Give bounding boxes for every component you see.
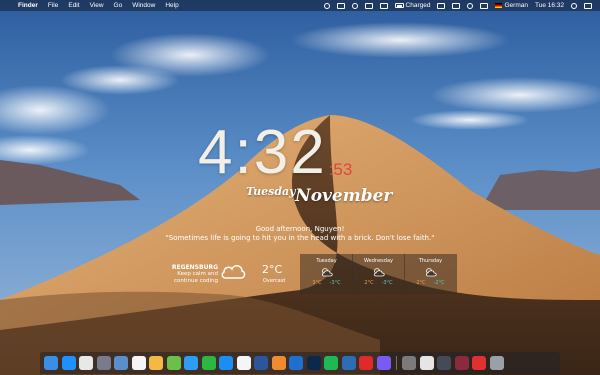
wifi-icon[interactable]: [467, 2, 474, 9]
dropbox-icon[interactable]: [336, 2, 345, 9]
current-temperature: 2°C: [262, 263, 283, 276]
spotify-icon[interactable]: [324, 356, 338, 370]
dock: [40, 352, 560, 374]
photos-icon[interactable]: [149, 356, 163, 370]
date-display: Tuesday November: [246, 185, 393, 206]
forecast-high: 2°C: [364, 280, 374, 286]
menu-file[interactable]: File: [48, 2, 58, 9]
partly-cloudy-icon: [373, 268, 385, 277]
menubar-clock[interactable]: Tue 16:32: [535, 2, 564, 9]
forecast-card-thursday: Thursday 2°C -2°C: [404, 254, 457, 294]
battery-label: Charged: [405, 2, 431, 9]
input-source-menu[interactable]: German: [495, 2, 528, 9]
forecast-high: 2°C: [416, 280, 426, 286]
menu-extra-icon[interactable]: [379, 2, 388, 9]
menu-window[interactable]: Window: [132, 2, 155, 9]
current-condition: Overcast: [263, 278, 286, 284]
photoshop-icon[interactable]: [306, 356, 321, 370]
maps-icon[interactable]: [166, 356, 181, 370]
code-editor-icon[interactable]: [341, 356, 356, 370]
time-machine-icon[interactable]: [351, 2, 358, 9]
partly-cloudy-icon: [321, 268, 333, 277]
presenter-icon[interactable]: [359, 356, 373, 370]
forecast-low: -2°C: [433, 280, 445, 286]
finder-icon[interactable]: [44, 356, 58, 370]
status-circle-icon[interactable]: [323, 2, 330, 9]
forecast-day: Thursday: [418, 258, 443, 264]
input-source-label: German: [504, 2, 528, 9]
chrome-icon[interactable]: [79, 356, 93, 370]
weather-message-line2: continue coding: [173, 278, 218, 284]
display-icon[interactable]: [364, 2, 373, 9]
weather-location: REGENSBURG Keep calm and continue coding: [160, 264, 218, 285]
menu-bar: Finder File Edit View Go Window Help Cha…: [0, 0, 600, 11]
forecast-card-wednesday: Wednesday 2°C -3°C: [352, 254, 405, 294]
battery-icon: [394, 3, 404, 8]
screen-monitor-icon[interactable]: [437, 356, 451, 370]
word-icon[interactable]: [254, 356, 268, 370]
greeting-text: Good afternoon, Nguyen!: [255, 225, 345, 233]
dock-separator: [396, 356, 397, 370]
rebel-app-icon[interactable]: [454, 356, 469, 370]
date-day: Tuesday: [246, 185, 296, 198]
menu-app-name[interactable]: Finder: [18, 2, 38, 9]
notification-center-icon[interactable]: [584, 2, 592, 9]
cloud-icon: [221, 265, 246, 279]
weather-city: REGENSBURG: [171, 264, 218, 271]
spotlight-search-icon[interactable]: [571, 2, 577, 9]
volume-icon[interactable]: [480, 2, 489, 9]
safari-icon[interactable]: [61, 356, 76, 370]
forecast-low: -3°C: [381, 280, 393, 286]
itunes-icon[interactable]: [236, 356, 251, 370]
keynote-icon[interactable]: [419, 356, 434, 370]
german-flag-icon: [495, 3, 503, 8]
xcode-icon[interactable]: [289, 356, 303, 370]
launchpad-icon[interactable]: [96, 356, 111, 370]
airplay-icon[interactable]: [437, 2, 446, 9]
menu-view[interactable]: View: [90, 2, 104, 9]
quote-text: "Sometimes life is going to hit you in t…: [165, 234, 435, 242]
app-store-icon[interactable]: [219, 356, 233, 370]
forecast-low: -3°C: [329, 280, 341, 286]
clock-hours-minutes: 4:32: [198, 118, 327, 187]
menu-help[interactable]: Help: [165, 2, 178, 9]
forecast-card-tuesday: Tuesday 3°C -3°C: [300, 254, 353, 294]
menu-go[interactable]: Go: [114, 2, 123, 9]
record-app-icon[interactable]: [472, 356, 486, 370]
calendar-icon[interactable]: [131, 356, 146, 370]
battery-status[interactable]: Charged: [394, 2, 431, 9]
books-icon[interactable]: [271, 356, 286, 370]
partly-cloudy-icon: [425, 268, 437, 277]
preview-icon[interactable]: [114, 356, 128, 370]
clock-widget: 4:32 :53: [198, 122, 352, 184]
menu-edit[interactable]: Edit: [68, 2, 79, 9]
date-month: November: [295, 186, 393, 206]
system-preferences-icon[interactable]: [402, 356, 416, 370]
messages-icon[interactable]: [184, 356, 198, 370]
messenger-icon[interactable]: [376, 356, 391, 370]
trash-icon[interactable]: [489, 356, 504, 370]
clock-seconds: :53: [328, 160, 353, 179]
forecast-day: Wednesday: [364, 258, 393, 264]
forecast-day: Tuesday: [316, 258, 337, 264]
forecast-high: 3°C: [312, 280, 322, 286]
whatsapp-icon[interactable]: [201, 356, 216, 370]
bluetooth-icon[interactable]: [452, 2, 461, 9]
weather-message-line1: Keep calm and: [177, 271, 218, 277]
